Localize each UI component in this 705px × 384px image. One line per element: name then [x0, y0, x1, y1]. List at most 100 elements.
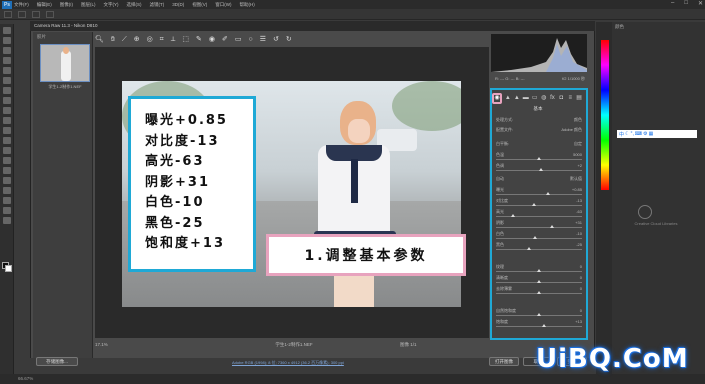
grid-icon[interactable]: ▦ — [649, 131, 654, 137]
pen-tool-icon[interactable] — [3, 167, 11, 174]
type-tool-icon[interactable] — [3, 177, 11, 184]
eyedropper-tool-icon[interactable] — [3, 77, 11, 84]
menu-item[interactable]: 文字(Y) — [104, 2, 119, 8]
adjustment-brush-icon[interactable]: ✐ — [222, 35, 228, 45]
menu-item[interactable]: 编辑(E) — [37, 2, 52, 8]
panel-tab-color[interactable]: 颜色 — [612, 22, 705, 32]
row-value[interactable]: -63 — [576, 209, 582, 214]
workflow-options-link[interactable]: Adobe RGB (1998); 8 位; 7360 x 4912 (36.2… — [232, 358, 382, 367]
radial-filter-icon[interactable]: ○ — [249, 35, 253, 45]
option-icon[interactable] — [46, 10, 54, 18]
slider-thumb[interactable] — [549, 225, 554, 228]
slider-track[interactable] — [496, 326, 582, 327]
calibration-tab-icon[interactable]: ◘ — [558, 95, 564, 102]
basic-panel-row[interactable]: 对比度 -13 — [496, 198, 582, 206]
straighten-tool-icon[interactable]: ⟂ — [171, 35, 176, 45]
slider-thumb[interactable] — [538, 168, 543, 171]
slider-track[interactable] — [496, 249, 582, 250]
menu-item[interactable]: 滤镜(T) — [150, 2, 165, 8]
basic-tab-icon[interactable]: ◉ — [492, 92, 502, 104]
basic-panel-row[interactable]: 阴影 +31 — [496, 220, 582, 228]
punctuation-icon[interactable]: °, — [631, 131, 634, 137]
tone-curve-tab-icon[interactable]: ▲ — [505, 95, 511, 102]
filmstrip-thumbnail[interactable] — [40, 44, 90, 82]
row-value[interactable]: 0 — [580, 264, 582, 269]
basic-panel-row[interactable]: 高光 -63 — [496, 209, 582, 217]
tool-preset-icon[interactable] — [4, 10, 12, 18]
shape-tool-icon[interactable] — [3, 197, 11, 204]
gradient-tool-icon[interactable] — [3, 137, 11, 144]
slider-track[interactable] — [496, 216, 582, 217]
basic-panel-row[interactable]: 配置文件: Adobe 颜色 — [496, 127, 582, 135]
color-sampler-icon[interactable]: ⊕ — [134, 35, 140, 45]
split-toning-tab-icon[interactable]: ▭ — [532, 95, 538, 102]
menu-item[interactable]: 文件(F) — [14, 2, 29, 8]
basic-panel-row[interactable]: 色调 +2 — [496, 163, 582, 171]
row-value[interactable]: +13 — [575, 319, 582, 324]
lens-tab-icon[interactable]: ◍ — [541, 95, 547, 102]
stamp-tool-icon[interactable] — [3, 107, 11, 114]
slider-thumb[interactable] — [511, 214, 516, 217]
menu-item[interactable]: 图像(I) — [60, 2, 73, 8]
slider-thumb[interactable] — [526, 247, 531, 250]
basic-panel-row[interactable]: 去除薄雾 0 — [496, 286, 582, 294]
basic-panel-row[interactable]: 白色 -10 — [496, 231, 582, 239]
slider-thumb[interactable] — [542, 324, 547, 327]
menu-item[interactable]: 选择(S) — [127, 2, 142, 8]
cc-icon[interactable]: 中 — [619, 131, 624, 138]
detail-tab-icon[interactable]: ▲ — [514, 95, 520, 102]
hand-tool-icon[interactable] — [3, 207, 11, 214]
slider-thumb[interactable] — [537, 280, 541, 283]
row-value[interactable]: +2 — [577, 163, 582, 168]
preferences-icon[interactable]: ☰ — [260, 35, 266, 45]
row-value[interactable]: +0.85 — [572, 187, 582, 192]
slider-thumb[interactable] — [537, 291, 541, 294]
move-tool-icon[interactable] — [3, 27, 11, 34]
basic-panel-row[interactable]: 纹理 0 — [496, 264, 582, 272]
history-brush-icon[interactable] — [3, 117, 11, 124]
row-value[interactable]: 0 — [580, 275, 582, 280]
transform-tool-icon[interactable]: ⬚ — [182, 35, 189, 45]
maximize-icon[interactable]: □ — [684, 0, 688, 7]
close-icon[interactable]: ✕ — [698, 0, 703, 7]
graduated-filter-icon[interactable]: ▭ — [235, 35, 242, 45]
hsl-tab-icon[interactable]: ▬ — [523, 95, 529, 102]
row-value[interactable]: 默认值 — [570, 176, 582, 182]
row-value[interactable]: -10 — [576, 231, 582, 236]
slider-thumb[interactable] — [531, 203, 536, 206]
slider-thumb[interactable] — [537, 157, 541, 160]
snapshots-tab-icon[interactable]: ▤ — [576, 95, 582, 102]
moon-icon[interactable]: ☾ — [625, 131, 629, 137]
marquee-tool-icon[interactable] — [3, 37, 11, 44]
presets-tab-icon[interactable]: ≡ — [567, 95, 573, 102]
quick-select-tool-icon[interactable] — [3, 57, 11, 64]
basic-panel-row[interactable]: 白平衡: 自定 — [496, 141, 582, 149]
red-eye-icon[interactable]: ◉ — [209, 35, 215, 45]
row-value[interactable]: Adobe 颜色 — [561, 127, 582, 133]
background-color-swatch[interactable] — [5, 265, 12, 272]
basic-panel-row[interactable]: 曝光 +0.85 — [496, 187, 582, 195]
blur-tool-icon[interactable] — [3, 147, 11, 154]
row-value[interactable]: +31 — [575, 220, 582, 225]
menu-item[interactable]: 视图(V) — [192, 2, 207, 8]
basic-panel-row[interactable]: 清晰度 0 — [496, 275, 582, 283]
open-image-button[interactable]: 打开图像 — [489, 357, 519, 366]
menu-item[interactable]: 3D(D) — [172, 2, 184, 8]
row-value[interactable]: -25 — [576, 242, 582, 247]
rotate-cw-icon[interactable]: ↻ — [286, 35, 292, 45]
white-balance-tool-icon[interactable]: ⟋ — [122, 35, 127, 45]
row-value[interactable]: 0 — [580, 308, 582, 313]
color-ramp[interactable] — [601, 40, 609, 190]
zoom-tool-icon[interactable] — [3, 217, 11, 224]
effects-tab-icon[interactable]: fx — [550, 95, 556, 102]
option-icon[interactable] — [32, 10, 40, 18]
row-value[interactable]: 自定 — [574, 141, 582, 147]
healing-tool-icon[interactable] — [3, 87, 11, 94]
crop-tool-icon[interactable] — [3, 67, 11, 74]
basic-panel-row[interactable]: 色温 5000 — [496, 152, 582, 160]
basic-panel-row[interactable]: 黑色 -25 — [496, 242, 582, 250]
row-value[interactable]: -13 — [576, 198, 582, 203]
slider-thumb[interactable] — [545, 192, 550, 195]
slider-track[interactable] — [496, 238, 582, 239]
target-adjust-icon[interactable]: ◎ — [147, 35, 153, 45]
